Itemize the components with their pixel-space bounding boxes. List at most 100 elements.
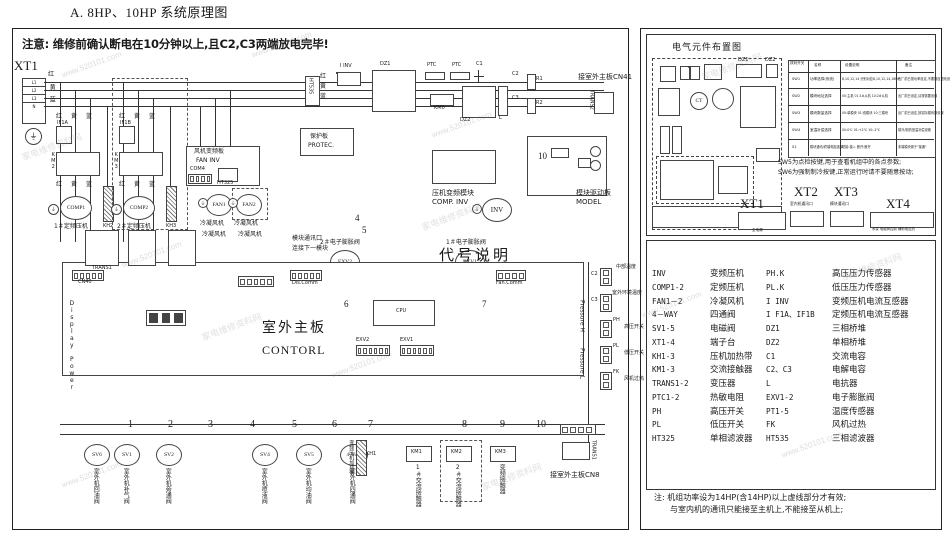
inverter-module[interactable] xyxy=(432,150,496,184)
dip-table-header-name: 名称 xyxy=(814,63,822,67)
comp1-out-blue: 蓝 xyxy=(86,181,93,188)
sensor-conn-c3[interactable] xyxy=(600,294,612,312)
km3-caption: 变频接触器 xyxy=(498,464,506,494)
dip-row2-name: 模块地址选择 xyxy=(810,94,832,98)
ht535-label: HT535 xyxy=(307,78,314,95)
dip-switch-table xyxy=(788,60,936,158)
model-indicator-1 xyxy=(590,146,601,157)
pin xyxy=(240,278,245,285)
sv6-caption: 室外机回油阀 xyxy=(92,468,100,504)
legend-row: KH1-3 压机加热带 C1 交流电容 xyxy=(652,351,930,365)
pin xyxy=(603,304,609,310)
pin xyxy=(74,272,78,279)
pin xyxy=(417,347,422,354)
model-title-en: MODEL xyxy=(576,198,602,206)
cn8-connector[interactable] xyxy=(560,424,596,435)
comp2-ground-icon: ⏚ xyxy=(111,204,122,215)
ptc2-label: PTC xyxy=(452,62,462,68)
sensor-conn-pl[interactable] xyxy=(600,346,612,364)
legend-desc: 交流接触器 xyxy=(710,365,753,376)
pin xyxy=(603,322,609,328)
pin xyxy=(498,272,503,279)
footer-note: 注: 机组功率设为14HP(含14HP)以上虚线部分才有效; 与室内机的通讯只能… xyxy=(654,492,846,516)
bottom-num-3: 3 xyxy=(208,419,213,430)
comp1-label: COMP1 xyxy=(66,205,86,211)
pin xyxy=(206,176,210,182)
legend-row: COMP1-2 定频压机 PL.K 低压压力传感器 xyxy=(652,282,930,296)
dip-col-sep-3 xyxy=(896,60,897,156)
pin xyxy=(603,278,609,284)
pin xyxy=(578,426,584,433)
dip-row1-note: 出厂前已按功率设定,不要擅自更改设置 xyxy=(898,77,950,81)
compressor-1: COMP1 xyxy=(60,196,92,220)
layout-part-f xyxy=(740,86,776,128)
digit-1 xyxy=(149,313,158,323)
comp1-color-blue: 蓝 xyxy=(86,113,93,120)
dz2-bridge xyxy=(462,86,496,118)
r1-resistor xyxy=(527,74,536,90)
xt1-group: XT1 xyxy=(740,196,764,212)
sensor-c2-caption: 中部温度 xyxy=(616,264,637,270)
xt3-group-block[interactable] xyxy=(830,211,864,227)
layout-fan-circle xyxy=(712,88,734,110)
dip-row3-desc: 00:单模块 01:双模块 10:三模块 xyxy=(842,111,889,115)
legend-title: 代号说明 xyxy=(438,248,511,264)
inv-heater-kh1 xyxy=(356,440,367,476)
xt2-group-block[interactable] xyxy=(790,211,824,227)
comp2-contactor-km3[interactable] xyxy=(119,152,163,176)
fan-board-connector[interactable] xyxy=(188,174,212,184)
xt4-group-block[interactable] xyxy=(870,212,934,228)
xt1-terminal-block[interactable]: L1 L2 L3 N xyxy=(22,78,46,124)
pin xyxy=(298,272,302,279)
r2-resistor xyxy=(527,98,536,114)
sensor-conn-ph[interactable] xyxy=(600,320,612,338)
pin xyxy=(407,347,411,354)
pin xyxy=(92,272,96,279)
dip-row4-name: 室温补偿选择 xyxy=(810,128,832,132)
board-conn-exv1[interactable] xyxy=(400,345,434,356)
protec-title-en: PROTEC. xyxy=(308,142,335,149)
sensor-conn-c2[interactable] xyxy=(600,268,612,286)
legend-code: XT1-4 xyxy=(652,337,675,347)
pin xyxy=(201,176,205,182)
footer-note-line2: 与室内机的通讯只能接至主机上,不能接至从机上; xyxy=(670,505,844,514)
legend-code2: PL.K xyxy=(766,282,785,292)
cn40-connector[interactable] xyxy=(238,276,274,287)
dip-row4-desc: 00:0℃ 01:+2℃ 10:-2℃ xyxy=(842,128,881,132)
legend-code: PTC1-2 xyxy=(652,392,680,402)
dz1-label: DZ1 xyxy=(380,61,391,67)
comp2-ct-label: IF1B xyxy=(120,120,131,126)
pin xyxy=(195,176,199,182)
ptc2-resistor xyxy=(450,72,470,80)
pin xyxy=(358,347,362,354)
ht535-yellow: 黄 xyxy=(320,83,327,90)
legend-desc: 端子台 xyxy=(710,337,736,348)
comp2-heater-wire xyxy=(170,106,171,186)
dip-col-sep-2 xyxy=(840,60,841,156)
sensor-conn-fk[interactable] xyxy=(600,372,612,390)
board-conn-exv2[interactable] xyxy=(356,345,390,356)
pin xyxy=(505,272,510,279)
legend-code2: FK xyxy=(766,420,776,430)
layout-part-g xyxy=(660,126,670,154)
legend-desc: 电磁阀 xyxy=(710,324,736,335)
xt4-group-label: XT4 xyxy=(886,196,910,211)
valve-sv5: SV5 xyxy=(296,444,322,466)
bottom-num-5: 5 xyxy=(292,419,297,430)
cpu-label: CPU xyxy=(396,308,407,314)
callout-5: 5 xyxy=(362,225,367,235)
dip-row2-desc: 00:主机 01:1#从机 10:2#从机 xyxy=(842,94,888,98)
legend-code: 4－WAY xyxy=(652,310,678,320)
sensor-pl-code: PL xyxy=(613,343,619,349)
dip-col-sep-1 xyxy=(808,60,809,156)
bottom-num-7: 7 xyxy=(368,419,373,430)
legend-code2: HT535 xyxy=(766,434,789,444)
seven-segment-display xyxy=(146,310,186,326)
comp1-contactor-km2[interactable] xyxy=(56,152,100,176)
trans1-bottom-label: TRANS1 xyxy=(590,440,597,460)
bottom-num-9: 9 xyxy=(500,419,505,430)
pin xyxy=(570,426,576,433)
inv-heater-caption: 变频压机加热带 xyxy=(348,440,355,475)
comp1-caption: 1＃定频压机 xyxy=(54,223,88,230)
pin xyxy=(316,272,320,279)
